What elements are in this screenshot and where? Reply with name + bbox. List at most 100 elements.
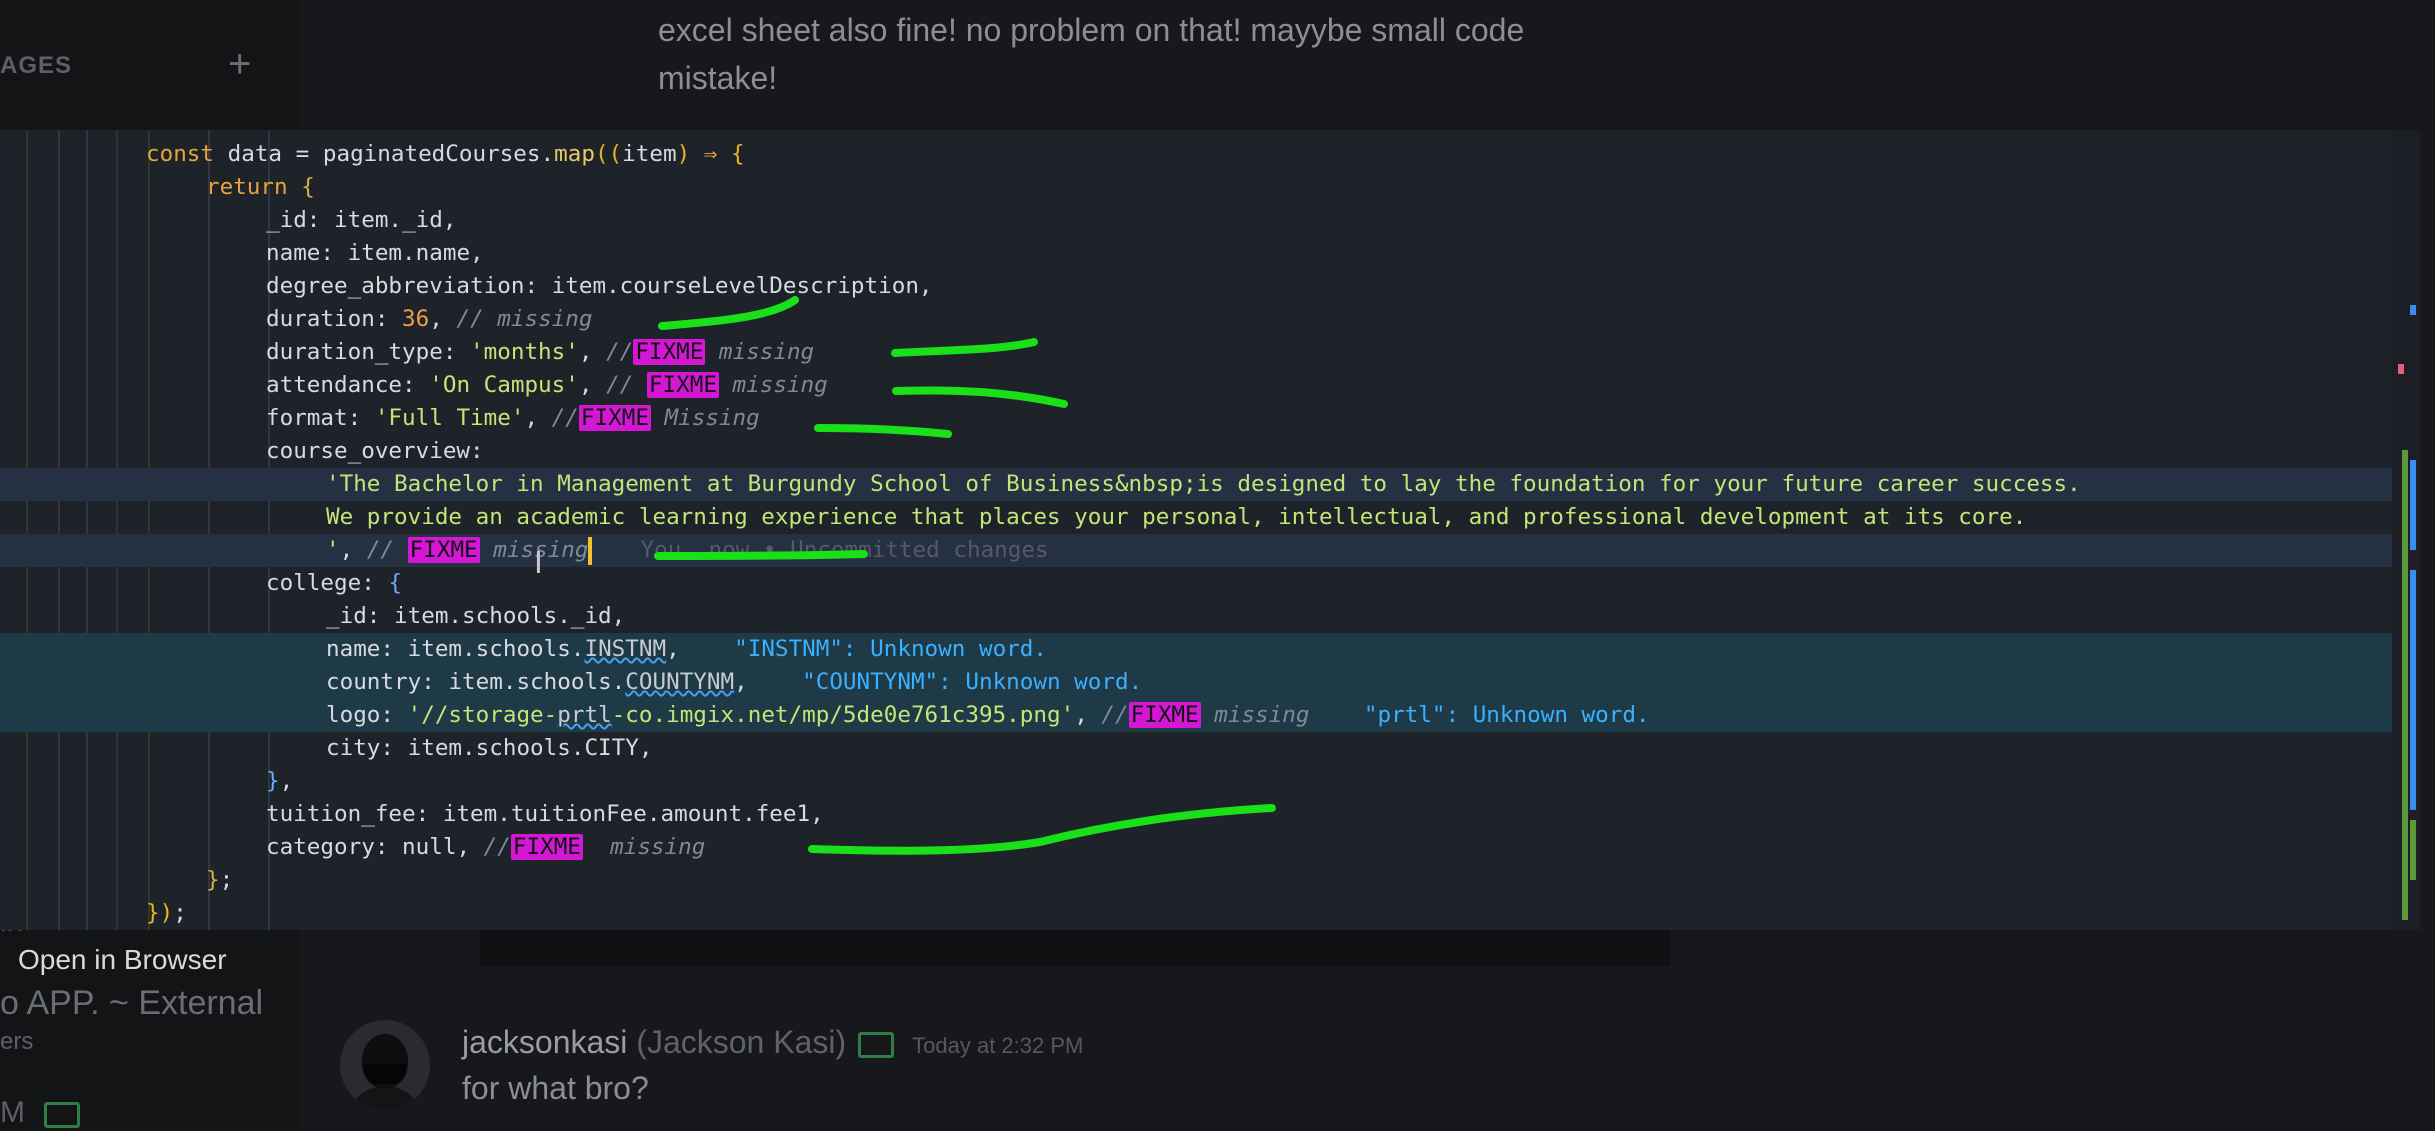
punctuation: ) bbox=[676, 141, 704, 167]
identifier: item._id, bbox=[334, 207, 457, 233]
code-line[interactable]: name: item.name, bbox=[0, 237, 2400, 270]
code-line[interactable]: attendance: 'On Campus', // FIXME missin… bbox=[0, 369, 2400, 402]
identifier: name: bbox=[326, 636, 408, 662]
brace: } bbox=[206, 867, 220, 893]
code-line[interactable]: const data = paginatedCourses.map((item)… bbox=[0, 138, 2400, 171]
code-line[interactable]: 'The Bachelor in Management at Burgundy … bbox=[0, 468, 2400, 501]
chat-message-text: excel sheet also fine! no problem on tha… bbox=[658, 12, 1525, 96]
brace: } bbox=[266, 768, 280, 794]
unknown-word: INSTNM bbox=[584, 636, 667, 662]
open-in-browser-link[interactable]: Open in Browser bbox=[18, 944, 227, 976]
minimap-marker bbox=[2410, 820, 2416, 880]
identifier: college: bbox=[266, 570, 389, 596]
comment: // bbox=[1101, 702, 1129, 728]
code-line[interactable]: _id: item._id, bbox=[0, 204, 2400, 237]
identifier: _id: bbox=[266, 207, 335, 233]
comment: // bbox=[551, 405, 579, 431]
identifier: course_overview: bbox=[266, 438, 484, 464]
string-literal: 'Full Time' bbox=[374, 405, 525, 431]
code-line[interactable]: country: item.schools.COUNTYNM, "COUNTYN… bbox=[0, 666, 2400, 699]
fixme-tag: FIXME bbox=[1128, 702, 1201, 728]
code-line[interactable]: }; bbox=[0, 864, 2400, 897]
username[interactable]: jacksonkasi bbox=[462, 1024, 627, 1060]
minimap-marker bbox=[2410, 460, 2416, 550]
identifier: . bbox=[540, 141, 555, 167]
monitor-icon bbox=[44, 1102, 80, 1128]
add-channel-button[interactable]: + bbox=[228, 44, 251, 84]
monitor-icon bbox=[858, 1031, 895, 1058]
comment: Missing bbox=[650, 405, 760, 431]
message-author-line: jacksonkasi (Jackson Kasi) Today at 2:32 … bbox=[462, 1024, 1083, 1061]
identifier: , bbox=[339, 537, 367, 563]
identifier: duration: bbox=[266, 306, 403, 332]
identifier: item.name, bbox=[347, 240, 484, 266]
minimap-marker bbox=[2410, 570, 2416, 810]
identifier: item.schools. bbox=[448, 669, 626, 695]
keyword: const bbox=[146, 141, 228, 167]
identifier: ; bbox=[219, 867, 234, 893]
code-line[interactable]: _id: item.schools._id, bbox=[0, 600, 2400, 633]
dm-label: M bbox=[0, 1096, 25, 1129]
identifier: paginatedCourses bbox=[322, 141, 541, 167]
identifier: format: bbox=[266, 405, 375, 431]
code-lines: const data = paginatedCourses.map((item)… bbox=[0, 138, 2400, 930]
code-line[interactable]: logo: '//storage-prtl-co.imgix.net/mp/5d… bbox=[0, 699, 2400, 732]
scrollbar[interactable] bbox=[2402, 450, 2408, 920]
code-line[interactable]: format: 'Full Time', //FIXME Missing bbox=[0, 402, 2400, 435]
code-editor[interactable]: const data = paginatedCourses.map((item)… bbox=[0, 130, 2420, 930]
comment: // bbox=[606, 372, 647, 398]
avatar-shoulders bbox=[346, 1086, 424, 1110]
identifier: , bbox=[734, 669, 748, 695]
identifier: , bbox=[578, 339, 607, 365]
identifier: , bbox=[429, 306, 457, 332]
spelling-diagnostic: "prtl": Unknown word. bbox=[1309, 702, 1650, 728]
identifier: item.schools. bbox=[407, 636, 585, 662]
fixme-tag: FIXME bbox=[578, 405, 651, 431]
identifier: duration_type: bbox=[266, 339, 471, 365]
comment: missing bbox=[582, 834, 706, 860]
code-line[interactable]: category: null, //FIXME missing bbox=[0, 831, 2400, 864]
identifier: , bbox=[1074, 702, 1102, 728]
comment: // bbox=[483, 834, 511, 860]
identifier: item bbox=[622, 141, 677, 167]
code-line[interactable]: return { bbox=[0, 171, 2400, 204]
code-line[interactable]: duration_type: 'months', //FIXME missing bbox=[0, 336, 2400, 369]
code-line[interactable]: }); bbox=[0, 897, 2400, 930]
fixme-tag: FIXME bbox=[510, 834, 583, 860]
identifier: tuition_fee: bbox=[266, 801, 443, 827]
keyword: return bbox=[206, 174, 302, 200]
code-line[interactable]: degree_abbreviation: item.courseLevelDes… bbox=[0, 270, 2400, 303]
minimap-marker bbox=[2398, 364, 2404, 374]
code-line[interactable]: tuition_fee: item.tuitionFee.amount.fee1… bbox=[0, 798, 2400, 831]
brace: { bbox=[388, 570, 403, 596]
code-line[interactable]: name: item.schools.INSTNM, "INSTNM": Unk… bbox=[0, 633, 2400, 666]
null-literal: null bbox=[402, 834, 457, 860]
identifier: = bbox=[295, 141, 323, 167]
code-line[interactable]: city: item.schools.CITY, bbox=[0, 732, 2400, 765]
comment: // missing bbox=[456, 306, 593, 332]
fixme-tag: FIXME bbox=[633, 339, 706, 365]
code-line[interactable]: We provide an academic learning experien… bbox=[0, 501, 2400, 534]
identifier: category: bbox=[266, 834, 403, 860]
code-line[interactable]: duration: 36, // missing bbox=[0, 303, 2400, 336]
number-literal: 36 bbox=[402, 306, 430, 332]
unknown-word: COUNTYNM bbox=[625, 669, 735, 695]
text-cursor-icon: I bbox=[534, 546, 543, 581]
code-line[interactable]: }, bbox=[0, 765, 2400, 798]
comment: missing bbox=[1200, 702, 1310, 728]
identifier: , bbox=[524, 405, 552, 431]
avatar-mask bbox=[364, 1064, 406, 1084]
string-literal: -co.imgix.net/mp/5de0e761c395.png' bbox=[611, 702, 1075, 728]
code-line[interactable]: college: { bbox=[0, 567, 2400, 600]
code-line[interactable]: course_overview: bbox=[0, 435, 2400, 468]
identifier: data bbox=[227, 141, 296, 167]
unknown-word: prtl bbox=[557, 702, 612, 728]
display-name: (Jackson Kasi) bbox=[636, 1024, 847, 1060]
identifier: degree_abbreviation: bbox=[266, 273, 552, 299]
avatar[interactable] bbox=[340, 1020, 430, 1110]
spelling-diagnostic: "INSTNM": Unknown word. bbox=[679, 636, 1047, 662]
string-literal: ' bbox=[326, 537, 340, 563]
identifier: , bbox=[456, 834, 484, 860]
comment: // bbox=[366, 537, 408, 563]
code-line[interactable]: ', // FIXME missing You, now • Uncommitte… bbox=[0, 534, 2400, 567]
